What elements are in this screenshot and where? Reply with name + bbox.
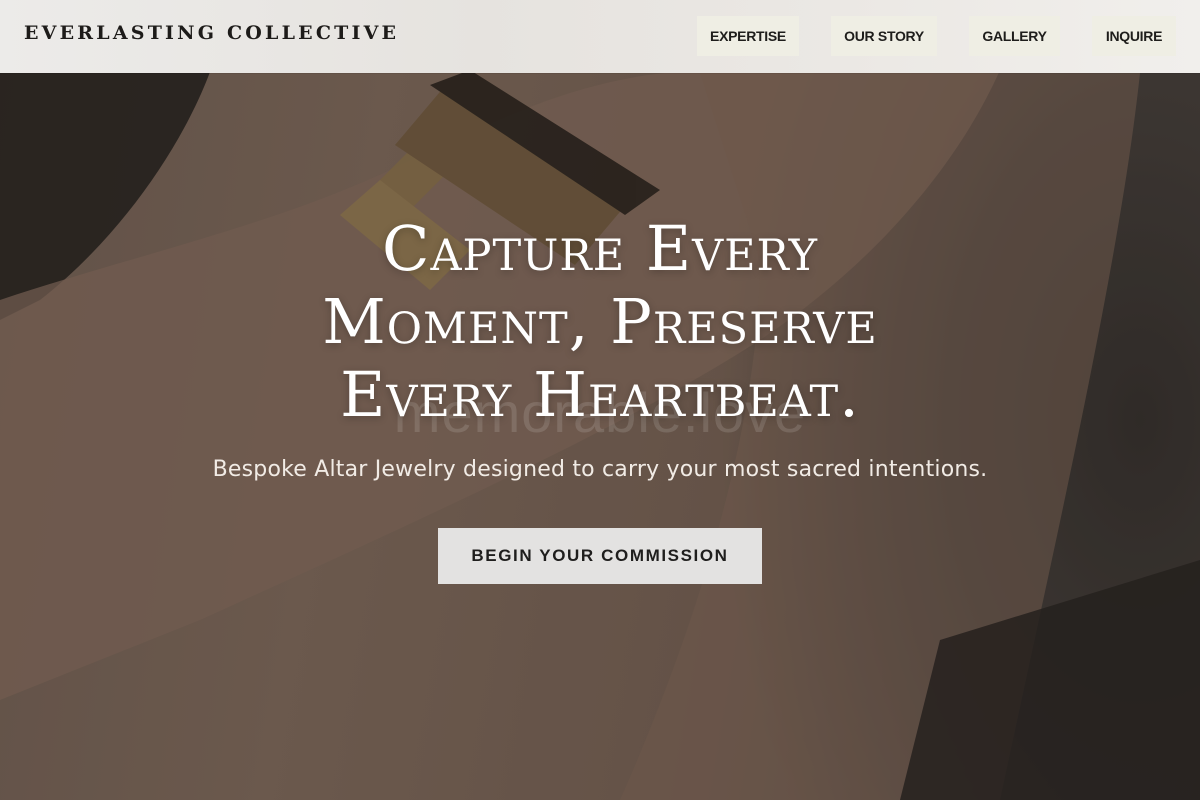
hero-headline: Capture Every Moment, Preserve Every Hea… [150,212,1050,431]
nav-inquire[interactable]: INQUIRE [1092,16,1176,56]
headline-line-2: Moment, Preserve [322,285,878,358]
nav-expertise[interactable]: EXPERTISE [697,16,799,56]
nav-our-story[interactable]: OUR STORY [831,16,937,56]
hero-subtitle: Bespoke Altar Jewelry designed to carry … [212,457,988,482]
brand-logo[interactable]: EVERLASTING COLLECTIVE [24,22,399,44]
headline-line-1: Capture Every [382,212,818,285]
begin-commission-button[interactable]: BEGIN YOUR COMMISSION [438,528,762,584]
nav-gallery[interactable]: GALLERY [969,16,1060,56]
site-header: EVERLASTING COLLECTIVE EXPERTISE OUR STO… [0,0,1200,73]
headline-line-3: Every Heartbeat. [340,358,860,431]
